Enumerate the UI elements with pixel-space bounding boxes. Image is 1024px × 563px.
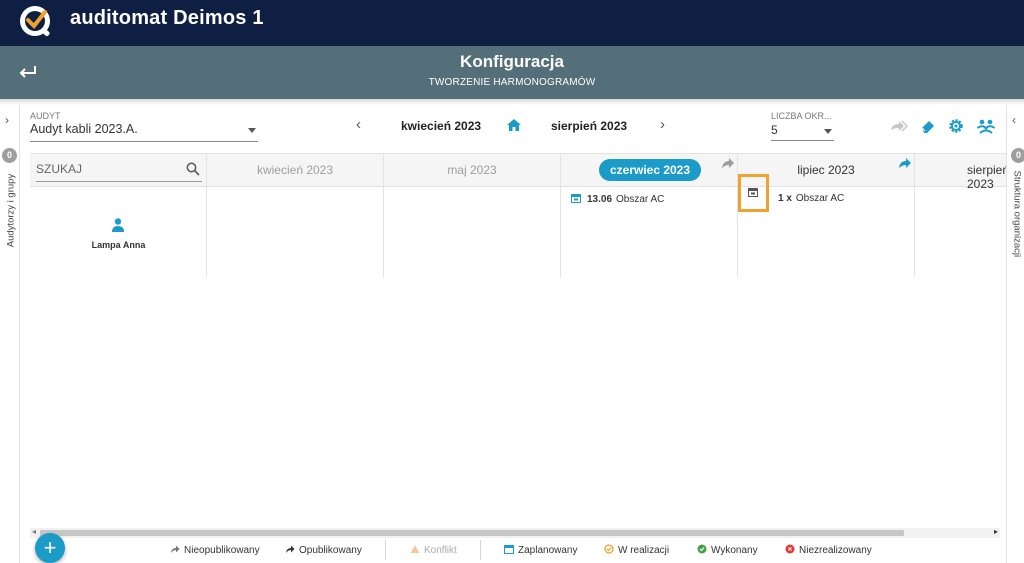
horizontal-scrollbar[interactable]: ◂ ▸ [30, 527, 1000, 538]
month-header-may[interactable]: maj 2023 [384, 163, 560, 177]
legend-label: Zaplanowany [518, 545, 578, 556]
page-header: Konfiguracja TWORZENIE HARMONOGRAMÓW [0, 46, 1024, 99]
app-name: auditomat Deimos 1 [70, 7, 264, 29]
page-subtitle: TWORZENIE HARMONOGRAMÓW [428, 77, 596, 88]
next-period-button[interactable]: › [660, 116, 665, 133]
person-name: Lampa Anna [91, 240, 146, 250]
share-arrow-icon[interactable] [898, 157, 912, 169]
top-bar: auditomat Deimos 1 [0, 0, 1024, 46]
share-arrow-icon[interactable] [721, 157, 735, 169]
period-count-label: LICZBA OKR... [771, 111, 832, 121]
publish-all-icon[interactable] [888, 116, 908, 136]
month-column-may: maj 2023 [384, 154, 561, 277]
audit-select-value: Audyt kabli 2023.A. [30, 122, 138, 136]
audit-select[interactable]: Audyt kabli 2023.A. [30, 122, 258, 142]
auditomat-logo-icon [20, 6, 50, 37]
schedule-grid: Lampa Anna kwiecień 2023 maj 2023 czerwi… [30, 153, 1006, 277]
eraser-icon[interactable] [918, 116, 938, 136]
month-header-august[interactable]: sierpień 2023 [967, 163, 1006, 191]
legend-item-done: Wykonany [697, 544, 758, 556]
in-progress-icon [604, 544, 614, 554]
legend-label: W realizacji [618, 545, 670, 556]
legend-label: Niezrealizowany [799, 545, 872, 556]
header-shadow [0, 99, 1024, 105]
schedule-entry-july[interactable]: 1 x Obszar AC [778, 193, 844, 204]
not-done-icon [785, 544, 795, 554]
add-button[interactable]: + [35, 533, 65, 563]
organization-panel-label[interactable]: Struktura organizacji [1012, 171, 1023, 258]
month-header-april[interactable]: kwiecień 2023 [207, 163, 383, 177]
users-group-icon[interactable] [976, 116, 996, 136]
previous-period-button[interactable]: ‹ [356, 116, 361, 133]
chevron-right-icon[interactable]: › [5, 113, 9, 127]
entry-quantity: 1 x [778, 193, 792, 204]
entry-area: Obszar AC [795, 193, 845, 204]
organization-count-badge: 0 [1011, 148, 1024, 163]
month-header-june-current[interactable]: czerwiec 2023 [599, 159, 701, 181]
search-input[interactable] [36, 162, 176, 176]
month-column-april: kwiecień 2023 [207, 154, 384, 277]
period-start-label: kwiecień 2023 [401, 119, 482, 133]
calendar-icon [504, 545, 514, 554]
auditors-side-panel[interactable]: › 0 Audytorzy i grupy [0, 105, 20, 563]
period-count-value: 5 [771, 123, 778, 137]
legend-item-conflict: Konflikt [410, 544, 457, 556]
month-column-july: lipiec 2023 1 x Obszar AC [738, 154, 915, 277]
dropdown-caret-icon [248, 128, 256, 133]
person-column: Lampa Anna [30, 154, 207, 277]
search-field[interactable] [36, 159, 202, 182]
dropdown-caret-icon [824, 129, 832, 134]
highlighted-calendar-button[interactable] [738, 174, 769, 212]
warning-icon [410, 545, 420, 553]
legend-label: Opublikowany [299, 545, 362, 556]
home-icon[interactable] [506, 117, 522, 133]
search-icon[interactable] [186, 162, 200, 176]
legend-item-not-done: Niezrealizowany [785, 544, 872, 556]
calendar-icon [571, 194, 581, 203]
month-column-june: czerwiec 2023 13.06 Obszar AC [561, 154, 738, 277]
auditors-panel-label[interactable]: Audytorzy i grupy [6, 168, 17, 254]
person-icon [112, 218, 124, 232]
chevron-left-icon[interactable]: ‹ [1012, 113, 1016, 127]
scroll-right-icon[interactable]: ▸ [994, 527, 998, 536]
scrollbar-thumb[interactable] [40, 530, 904, 536]
legend-label: Konflikt [424, 545, 457, 556]
schedule-entry-june[interactable]: 13.06 Obszar AC [571, 193, 664, 205]
legend-label: Wykonany [711, 545, 758, 556]
period-end-label: sierpień 2023 [551, 119, 628, 133]
organization-side-panel[interactable]: ‹ 0 Struktura organizacji [1006, 105, 1024, 563]
share-arrow-icon [171, 545, 180, 553]
legend-item-planned: Zaplanowany [504, 544, 577, 556]
entry-area: Obszar AC [616, 194, 665, 205]
legend-item-published: Opublikowany [285, 544, 362, 556]
calendar-icon [748, 188, 758, 197]
scroll-left-icon[interactable]: ◂ [32, 527, 36, 536]
legend-item-in-progress: W realizacji [604, 544, 669, 556]
period-count-select[interactable]: 5 [771, 123, 834, 141]
audit-label: AUDYT [30, 111, 61, 121]
legend-divider [480, 540, 481, 560]
entry-date: 13.06 [587, 194, 613, 205]
legend-item-unpublished: Nieopublikowany [170, 544, 260, 556]
auditors-count-badge: 0 [2, 148, 17, 163]
share-arrow-icon [286, 545, 295, 553]
month-column-august: sierpień 2023 [915, 154, 1006, 277]
settings-gear-icon[interactable] [946, 116, 966, 136]
legend-divider [385, 540, 386, 560]
check-circle-icon [697, 544, 707, 554]
legend-label: Nieopublikowany [184, 545, 260, 556]
page-title: Konfiguracja [460, 52, 564, 71]
